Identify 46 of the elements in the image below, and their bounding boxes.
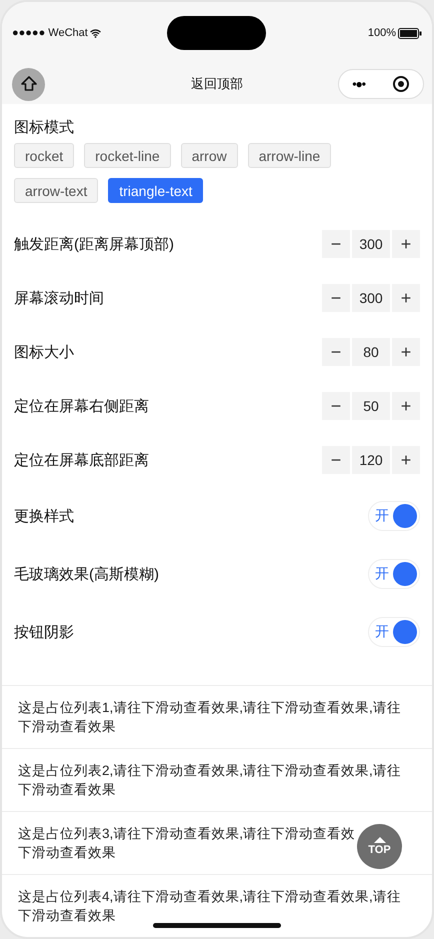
setting-label: 触发距离(距离屏幕顶部) — [14, 234, 174, 254]
setting-label: 图标大小 — [14, 342, 74, 362]
mode-option[interactable]: rocket — [14, 143, 74, 168]
battery-text: 100% — [368, 27, 422, 39]
minus-button[interactable]: − — [322, 230, 350, 258]
plus-button[interactable]: + — [392, 446, 420, 474]
triangle-icon — [374, 837, 386, 843]
stepper-value[interactable]: 300 — [352, 284, 390, 312]
stepper-value[interactable]: 80 — [352, 338, 390, 366]
stepper-value[interactable]: 300 — [352, 230, 390, 258]
mode-option[interactable]: rocket-line — [84, 143, 171, 168]
battery-icon — [398, 28, 422, 38]
setting-label: 更换样式 — [14, 506, 74, 526]
stepper-value[interactable]: 120 — [352, 446, 390, 474]
stepper-value[interactable]: 50 — [352, 392, 390, 420]
toggle-switch[interactable]: 开 — [368, 617, 420, 647]
setting-label: 按钮阴影 — [14, 622, 74, 642]
plus-button[interactable]: + — [392, 284, 420, 312]
wifi-icon — [90, 28, 101, 38]
list-item: 这是占位列表1,请往下滑动查看效果,请往下滑动查看效果,请往 下滑动查看效果 — [2, 686, 432, 749]
section-title: 图标模式 — [14, 118, 75, 137]
page-title: 返回顶部 — [191, 75, 243, 93]
home-button[interactable] — [12, 68, 45, 100]
plus-button[interactable]: + — [392, 392, 420, 420]
setting-label: 毛玻璃效果(高斯模糊) — [14, 564, 159, 584]
mode-option[interactable]: arrow-line — [248, 143, 332, 168]
plus-button[interactable]: + — [392, 338, 420, 366]
mode-option[interactable]: arrow-text — [14, 178, 98, 203]
more-button[interactable]: •●• — [352, 77, 365, 91]
minus-button[interactable]: − — [322, 338, 350, 366]
close-target-icon[interactable] — [392, 75, 410, 93]
plus-button[interactable]: + — [392, 230, 420, 258]
home-icon — [20, 75, 38, 93]
toggle-switch[interactable]: 开 — [368, 559, 420, 589]
mode-option[interactable]: arrow — [180, 143, 238, 168]
minus-button[interactable]: − — [322, 392, 350, 420]
carrier-text: ●●●●● WeChat — [12, 27, 101, 39]
mode-option[interactable]: triangle-text — [108, 178, 204, 203]
setting-label: 屏幕滚动时间 — [14, 288, 104, 308]
minus-button[interactable]: − — [322, 446, 350, 474]
toggle-switch[interactable]: 开 — [368, 501, 420, 531]
minus-button[interactable]: − — [322, 284, 350, 312]
setting-label: 定位在屏幕右侧距离 — [14, 396, 149, 416]
back-to-top-button[interactable]: TOP — [357, 824, 402, 869]
setting-label: 定位在屏幕底部距离 — [14, 450, 149, 470]
list-item: 这是占位列表2,请往下滑动查看效果,请往下滑动查看效果,请往 下滑动查看效果 — [2, 749, 432, 812]
